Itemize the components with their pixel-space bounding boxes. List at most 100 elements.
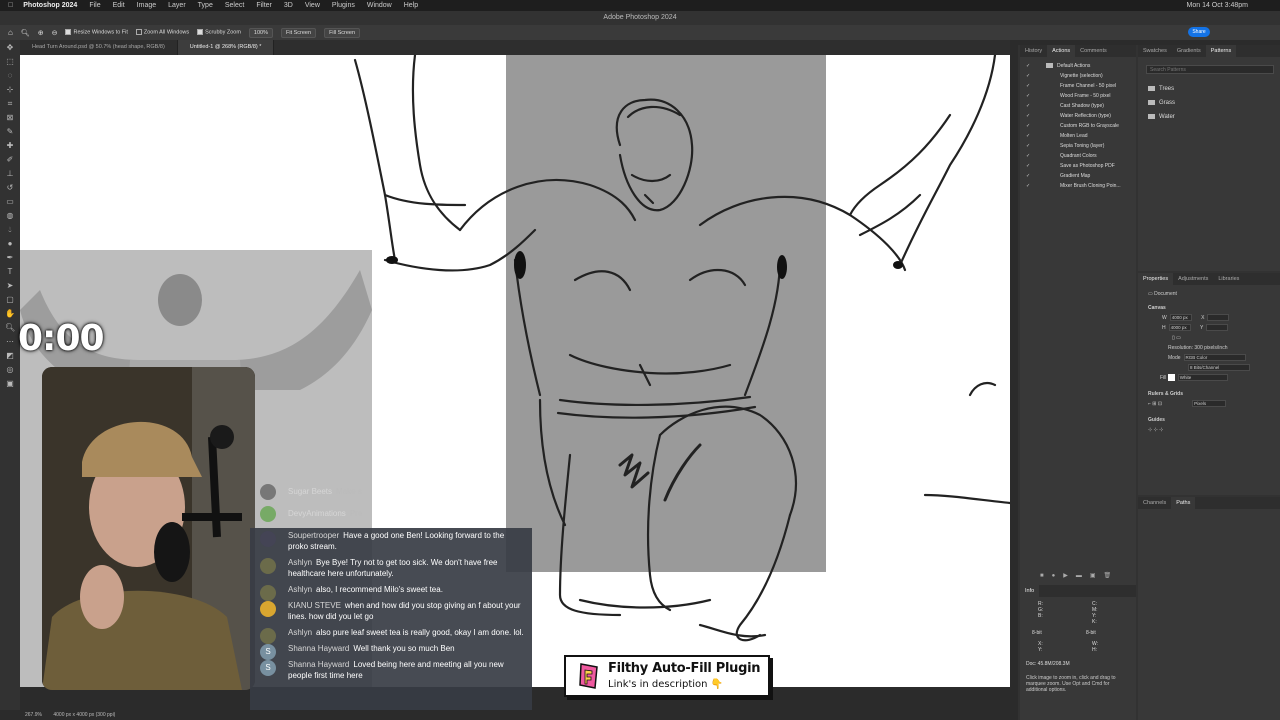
- action-item[interactable]: Sepia Toning (layer): [1020, 141, 1136, 151]
- depth-select[interactable]: 8 Bits/Channel: [1188, 364, 1250, 372]
- tab-actions[interactable]: Actions: [1047, 45, 1076, 57]
- color-swatches-icon[interactable]: ◩: [5, 351, 15, 361]
- menu-plugins[interactable]: Plugins: [332, 0, 355, 11]
- tab-history[interactable]: History: [1020, 45, 1047, 57]
- search-patterns-input[interactable]: [1146, 65, 1274, 74]
- pen-tool-icon[interactable]: ✒: [5, 253, 15, 263]
- status-docinfo[interactable]: 4000 px x 4000 px (300 ppi): [53, 712, 115, 718]
- tab-untitled-1[interactable]: Untitled-1 @ 268% (RGB/8) *: [177, 40, 275, 55]
- fill-screen-button[interactable]: Fill Screen: [324, 27, 361, 38]
- tab-patterns[interactable]: Patterns: [1205, 45, 1237, 57]
- tab-gradients[interactable]: Gradients: [1172, 45, 1206, 57]
- stamp-tool-icon[interactable]: ⊥: [5, 169, 15, 179]
- hand-tool-icon[interactable]: ✋: [5, 309, 15, 319]
- zoom-tool-icon[interactable]: 🔍︎: [21, 29, 30, 37]
- frame-tool-icon[interactable]: ⊠: [5, 113, 15, 123]
- path-select-tool-icon[interactable]: ➤: [5, 281, 15, 291]
- move-tool-icon[interactable]: ✥: [5, 43, 15, 53]
- action-item[interactable]: Frame Channel - 50 pixel: [1020, 81, 1136, 91]
- eraser-tool-icon[interactable]: ▭: [5, 197, 15, 207]
- eyedropper-tool-icon[interactable]: ✎: [5, 127, 15, 137]
- pattern-folder-trees[interactable]: Trees: [1138, 82, 1280, 96]
- tab-comments[interactable]: Comments: [1075, 45, 1112, 57]
- quick-mask-icon[interactable]: ◎: [5, 365, 15, 375]
- action-item[interactable]: Vignette (selection): [1020, 71, 1136, 81]
- zoom-tool-icon[interactable]: 🔍︎: [5, 323, 15, 333]
- action-item[interactable]: Quadrant Colors: [1020, 151, 1136, 161]
- action-item[interactable]: Water Reflection (type): [1020, 111, 1136, 121]
- dodge-tool-icon[interactable]: ●: [5, 239, 15, 249]
- menu-3d[interactable]: 3D: [284, 0, 293, 11]
- bucket-tool-icon[interactable]: ◍: [5, 211, 15, 221]
- action-item[interactable]: Gradient Map: [1020, 171, 1136, 181]
- action-item[interactable]: Custom RGB to Grayscale: [1020, 121, 1136, 131]
- action-item[interactable]: Mixer Brush Cloning Poin...: [1020, 181, 1136, 191]
- brush-tool-icon[interactable]: ✐: [5, 155, 15, 165]
- menu-window[interactable]: Window: [367, 0, 392, 11]
- home-icon[interactable]: ⌂: [8, 28, 13, 37]
- tab-swatches[interactable]: Swatches: [1138, 45, 1172, 57]
- canvas-section-title[interactable]: Canvas: [1138, 303, 1280, 313]
- canvas-height-field[interactable]: 4000 px: [1168, 324, 1191, 332]
- menu-view[interactable]: View: [305, 0, 320, 11]
- guides-title[interactable]: Guides: [1138, 415, 1280, 425]
- status-zoom[interactable]: 267.9%: [25, 712, 42, 718]
- menu-layer[interactable]: Layer: [168, 0, 186, 11]
- quick-select-tool-icon[interactable]: ⊹: [5, 85, 15, 95]
- ruler-icons[interactable]: ⌐ ⊞ ⊡: [1148, 401, 1162, 407]
- tab-channels[interactable]: Channels: [1138, 497, 1171, 509]
- action-item[interactable]: Save as Photoshop PDF: [1020, 161, 1136, 171]
- zoom-all-checkbox[interactable]: Zoom All Windows: [135, 29, 189, 36]
- menu-filter[interactable]: Filter: [256, 0, 272, 11]
- crop-tool-icon[interactable]: ⌗: [5, 99, 15, 109]
- fill-select[interactable]: White: [1177, 374, 1228, 382]
- tab-paths[interactable]: Paths: [1171, 497, 1196, 509]
- menu-select[interactable]: Select: [225, 0, 244, 11]
- screen-mode-icon[interactable]: ▣: [5, 379, 15, 389]
- rulers-grids-title[interactable]: Rulers & Grids: [1138, 389, 1280, 399]
- zoom-out-icon[interactable]: ⊖: [52, 29, 58, 37]
- share-button[interactable]: Share: [1188, 27, 1210, 37]
- menu-image[interactable]: Image: [137, 0, 156, 11]
- properties-doc: ▭ Document: [1138, 289, 1280, 299]
- action-item[interactable]: Wood Frame - 50 pixel: [1020, 91, 1136, 101]
- history-brush-icon[interactable]: ↺: [5, 183, 15, 193]
- marquee-tool-icon[interactable]: ⬚: [5, 57, 15, 67]
- menu-edit[interactable]: Edit: [113, 0, 125, 11]
- menu-file[interactable]: File: [89, 0, 100, 11]
- more-tools-icon[interactable]: ⋯: [5, 337, 15, 347]
- guides-icons[interactable]: ⊹ ⊹ ⊹: [1138, 425, 1280, 435]
- canvas-x-field[interactable]: [1207, 314, 1230, 322]
- tab-adjustments[interactable]: Adjustments: [1173, 273, 1213, 285]
- action-item[interactable]: Molten Lead: [1020, 131, 1136, 141]
- mode-select[interactable]: RGB Color: [1183, 354, 1246, 362]
- rulers-unit-select[interactable]: Pixels: [1192, 400, 1227, 408]
- blur-tool-icon[interactable]: 💧︎: [5, 225, 15, 235]
- canvas-y-field[interactable]: [1206, 324, 1229, 332]
- fit-screen-button[interactable]: Fit Screen: [280, 27, 317, 38]
- resize-windows-checkbox[interactable]: Resize Windows to Fit: [65, 29, 128, 36]
- zoom-in-icon[interactable]: ⊕: [38, 29, 44, 37]
- tab-properties[interactable]: Properties: [1138, 273, 1174, 285]
- tab-info[interactable]: Info: [1020, 585, 1040, 597]
- zoom-value-field[interactable]: 100%: [248, 27, 273, 38]
- scrubby-zoom-checkbox[interactable]: Scrubby Zoom: [197, 29, 241, 36]
- apple-icon[interactable]: : [8, 0, 13, 11]
- orientation-icons[interactable]: ▯ ▭: [1138, 333, 1280, 343]
- type-tool-icon[interactable]: T: [5, 267, 15, 277]
- action-set-default[interactable]: Default Actions: [1020, 61, 1136, 71]
- lasso-tool-icon[interactable]: ◌: [5, 71, 15, 81]
- fill-swatch[interactable]: [1167, 374, 1175, 382]
- menu-app-name[interactable]: Photoshop 2024: [23, 0, 77, 11]
- tab-head-turn-around[interactable]: Head Turn Around.psd @ 50.7% (head shape…: [20, 40, 178, 55]
- pattern-folder-water[interactable]: Water: [1138, 110, 1280, 124]
- pattern-folder-grass[interactable]: Grass: [1138, 96, 1280, 110]
- healing-tool-icon[interactable]: ✚: [5, 141, 15, 151]
- menu-type[interactable]: Type: [198, 0, 213, 11]
- action-controls[interactable]: ■●▶▬▣🗑︎: [1040, 572, 1119, 579]
- menu-help[interactable]: Help: [404, 0, 418, 11]
- tab-libraries[interactable]: Libraries: [1213, 273, 1244, 285]
- action-item[interactable]: Cast Shadow (type): [1020, 101, 1136, 111]
- shape-tool-icon[interactable]: ▢: [5, 295, 15, 305]
- canvas-width-field[interactable]: 4000 px: [1169, 314, 1192, 322]
